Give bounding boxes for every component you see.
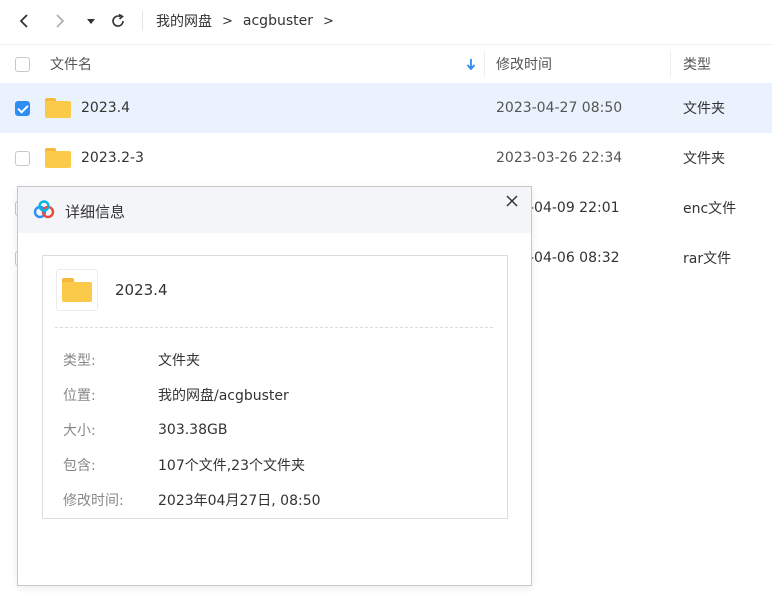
breadcrumb-separator: >: [222, 13, 233, 29]
column-divider[interactable]: [484, 51, 485, 77]
folder-icon: [45, 83, 71, 133]
file-modified-time: -04-09 22:01: [529, 200, 620, 216]
close-button[interactable]: [502, 191, 522, 211]
detail-row-size: 大小: 303.38GB: [63, 420, 227, 440]
column-divider[interactable]: [670, 51, 671, 77]
column-header-name[interactable]: 文件名: [50, 45, 92, 83]
divider: [55, 327, 493, 328]
file-row-2023-2-3[interactable]: 2023.2-3 2023-03-26 22:34 文件夹: [0, 133, 772, 183]
folder-icon: [56, 269, 98, 311]
baidu-netdisk-logo-icon: [33, 200, 55, 219]
detail-value: 107个文件,23个文件夹: [158, 458, 305, 474]
close-icon: [506, 195, 518, 207]
file-type: rar文件: [683, 251, 732, 267]
back-button[interactable]: [16, 11, 32, 31]
details-file-name: 2023.4: [115, 281, 168, 299]
detail-row-contents: 包含: 107个文件,23个文件夹: [63, 455, 305, 475]
file-type: 文件夹: [683, 151, 725, 167]
column-header-type[interactable]: 类型: [683, 45, 711, 83]
file-modified-time: 2023-04-27 08:50: [496, 100, 623, 116]
checkbox-icon: [15, 56, 30, 72]
checkbox-icon: [15, 150, 30, 166]
file-name[interactable]: 2023.4: [81, 83, 130, 133]
breadcrumb: 我的网盘 > acgbuster >: [156, 10, 344, 32]
file-list-header: 文件名 修改时间 类型: [0, 44, 772, 82]
dialog-header: 详细信息: [18, 187, 531, 233]
forward-button[interactable]: [52, 11, 68, 31]
detail-row-modified-time: 修改时间: 2023年04月27日, 08:50: [63, 490, 321, 510]
caret-down-icon: [87, 19, 95, 24]
breadcrumb-separator: >: [322, 13, 334, 29]
detail-row-location: 位置: 我的网盘/acgbuster: [63, 385, 289, 405]
history-dropdown-button[interactable]: [85, 11, 97, 31]
navigation-bar: 我的网盘 > acgbuster >: [0, 0, 772, 42]
refresh-button[interactable]: [109, 11, 127, 31]
chevron-right-icon: [56, 14, 65, 28]
detail-value: 我的网盘/acgbuster: [158, 388, 289, 404]
file-type: enc文件: [683, 201, 737, 217]
detail-label: 修改时间:: [63, 493, 124, 509]
nav-divider: [142, 11, 143, 31]
detail-row-type: 类型: 文件夹: [63, 350, 200, 370]
detail-label: 类型:: [63, 353, 96, 369]
file-modified-time: -04-06 08:32: [529, 250, 620, 266]
detail-label: 大小:: [63, 423, 96, 439]
detail-label: 位置:: [63, 388, 96, 404]
folder-icon: [45, 133, 71, 183]
file-row-2023-4[interactable]: 2023.4 2023-04-27 08:50 文件夹: [0, 83, 772, 133]
row-checkbox[interactable]: [15, 83, 30, 133]
detail-value: 文件夹: [158, 353, 200, 369]
refresh-icon: [112, 13, 124, 27]
checkbox-checked-icon: [15, 100, 30, 116]
row-checkbox[interactable]: [15, 133, 30, 183]
breadcrumb-item-root[interactable]: 我的网盘: [156, 11, 212, 31]
details-dialog: 详细信息 2023.4 类型: 文件夹 位置: 我的网盘/acgbuster 大…: [17, 186, 532, 586]
details-card: 2023.4 类型: 文件夹 位置: 我的网盘/acgbuster 大小: 30…: [42, 255, 508, 519]
file-modified-time: 2023-03-26 22:34: [496, 150, 623, 166]
file-name[interactable]: 2023.2-3: [81, 133, 144, 183]
breadcrumb-item-acgbuster[interactable]: acgbuster: [243, 13, 313, 29]
file-type: 文件夹: [683, 101, 725, 117]
detail-label: 包含:: [63, 458, 96, 474]
column-header-modified-time[interactable]: 修改时间: [496, 45, 552, 83]
chevron-left-icon: [19, 14, 28, 28]
select-all-checkbox[interactable]: [15, 45, 30, 83]
sort-arrow-down-icon[interactable]: [466, 45, 476, 83]
detail-value: 303.38GB: [158, 422, 228, 438]
detail-value: 2023年04月27日, 08:50: [158, 493, 321, 509]
dialog-title: 详细信息: [65, 203, 126, 221]
